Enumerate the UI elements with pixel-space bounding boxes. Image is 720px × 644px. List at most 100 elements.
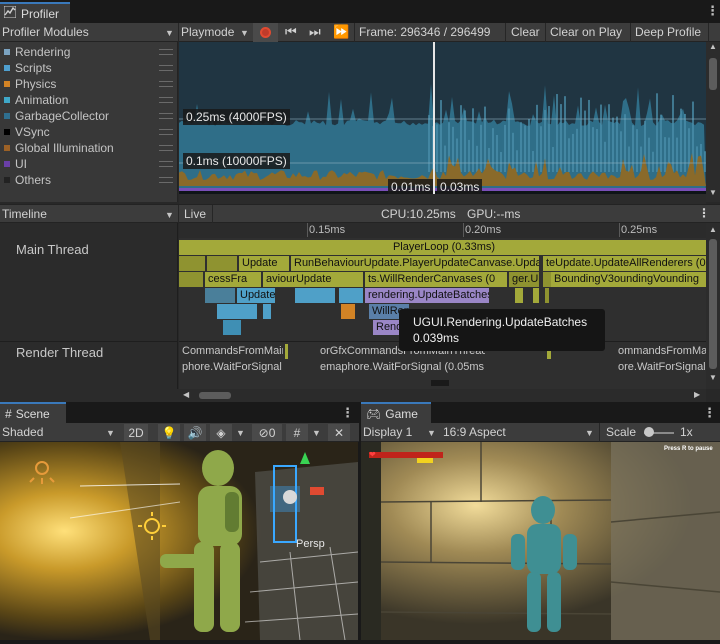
main-thread-label[interactable]: Main Thread [16,242,89,257]
aspect-dropdown[interactable]: 16:9 Aspect [443,425,506,439]
sample-late-update[interactable]: teUpdate.UpdateAllRenderers (0 [543,256,706,271]
next-frame-icon[interactable]: ⏭ [309,24,321,40]
scene-tab[interactable]: # Scene [0,402,66,423]
scroll-up-icon[interactable]: ▲ [709,225,717,234]
modules-dropdown-label[interactable]: Profiler Modules [2,25,89,39]
drag-handle-icon[interactable] [159,65,173,71]
sample-commands-1[interactable]: CommandsFromMain1 [179,344,283,359]
sample-block[interactable] [339,288,363,303]
drag-handle-icon[interactable] [159,49,173,55]
audio-toggle-icon[interactable]: 🔊 [184,424,206,441]
sample-playerloop[interactable]: PlayerLoop (0.33ms) [179,240,706,255]
sample-block[interactable] [223,320,241,335]
module-item[interactable]: Others [0,172,178,188]
clear-on-play-button[interactable]: Clear on Play [550,25,622,39]
timeline-vscroll[interactable]: ▲ ▼ [706,223,720,389]
timeline-area[interactable]: 0.15ms 0.20ms 0.25ms PlayerLoop (0.33ms)… [179,223,706,389]
scroll-left-icon[interactable]: ◀ [183,390,189,399]
scene-viewport[interactable]: Persp [0,442,358,640]
timeline-menu-icon[interactable]: ⋮ [698,206,710,220]
hidden-objects-toggle[interactable]: ⊘ 0 [252,424,282,441]
clear-button[interactable]: Clear [511,25,540,39]
module-item[interactable]: GarbageCollector [0,108,178,124]
sample-wait-1[interactable]: phore.WaitForSignal (0 [179,360,283,375]
module-item[interactable]: Rendering [0,44,178,60]
sample-commands-3[interactable]: ommandsFromMain [615,344,706,359]
scale-slider-handle[interactable] [644,427,654,437]
cpu-usage-chart[interactable]: 0.25ms (4000FPS) 0.1ms (10000FPS) 0.01ms… [179,42,706,194]
sample-run-behaviour-update[interactable]: RunBehaviourUpdate.PlayerUpdateCanvase.U… [291,256,539,271]
game-viewport[interactable]: ❤ Press R to pause [361,442,720,640]
tools-icon[interactable]: ✕ [328,424,350,441]
deep-profile-button[interactable]: Deep Profile [635,25,701,39]
module-item[interactable]: Global Illumination [0,140,178,156]
drag-handle-icon[interactable] [159,129,173,135]
sample-block[interactable] [341,304,355,319]
display-caret-icon[interactable]: ▼ [427,428,436,438]
scene-menu-icon[interactable]: ⋮ [341,405,354,421]
drag-handle-icon[interactable] [159,97,173,103]
aspect-caret-icon[interactable]: ▼ [585,428,594,438]
sample-block[interactable] [179,256,205,271]
view-caret-icon[interactable]: ▼ [165,210,174,220]
sample-block[interactable] [207,256,237,271]
module-item[interactable]: VSync [0,124,178,140]
live-button[interactable]: Live [184,207,206,221]
scroll-up-icon[interactable]: ▲ [709,42,717,51]
grid-toggle-icon[interactable]: # [286,424,308,441]
sample-will-render-canvases[interactable]: ts.WillRenderCanvases (0 [365,272,507,287]
sample-ger-upda[interactable]: ger.Upda [509,272,539,287]
frame-cursor[interactable] [433,42,435,194]
view-dropdown[interactable]: Timeline [2,207,47,221]
sample-block[interactable] [543,272,551,287]
current-frame-icon[interactable]: ⏩ [333,24,349,40]
effects-toggle-icon[interactable]: ◈ [210,424,232,441]
sample-block[interactable] [533,288,539,303]
sample-block[interactable] [515,288,523,303]
shading-caret-icon[interactable]: ▼ [106,428,115,438]
drag-handle-icon[interactable] [159,161,173,167]
drag-handle-icon[interactable] [159,177,173,183]
prev-frame-icon[interactable]: ⏮ [285,24,297,40]
module-item[interactable]: Scripts [0,60,178,76]
playmode-dropdown[interactable]: Playmode [181,25,234,39]
shading-mode-dropdown[interactable]: Shaded [2,425,43,439]
timeline-hscroll[interactable]: ◀ ▶ [179,389,706,402]
modules-dropdown-caret-icon[interactable]: ▼ [165,28,174,38]
scroll-right-icon[interactable]: ▶ [694,390,700,399]
2d-toggle[interactable]: 2D [124,424,148,441]
chart-scrollbar[interactable]: ▲ ▼ [706,42,720,202]
display-dropdown[interactable]: Display 1 [363,425,412,439]
sample-rendering-update-batches[interactable]: rendering.UpdateBatches (0 [365,288,489,303]
perspective-label[interactable]: Persp [296,538,325,550]
sample-block[interactable] [179,272,203,287]
timeline-vscroll-thumb[interactable] [709,239,717,369]
timeline-hscroll-thumb[interactable] [199,392,231,399]
sample-block[interactable] [431,380,449,386]
game-menu-icon[interactable]: ⋮ [703,405,716,421]
render-thread-label[interactable]: Render Thread [16,345,103,360]
module-item[interactable]: Physics [0,76,178,92]
sample-behaviour-update[interactable]: aviourUpdate [263,272,363,287]
sample-block[interactable] [217,304,257,319]
profiler-menu-icon[interactable]: ⋮ [706,3,719,19]
sample-block[interactable] [545,288,549,303]
effects-caret-icon[interactable]: ▼ [236,428,245,438]
chart-scroll-thumb[interactable] [709,58,717,90]
module-item[interactable]: UI [0,156,178,172]
sample-block[interactable] [295,288,335,303]
sample-update-2[interactable]: Update [237,288,275,303]
sample-block[interactable] [263,304,271,319]
scroll-down-icon[interactable]: ▼ [709,373,717,382]
grid-caret-icon[interactable]: ▼ [312,428,321,438]
sample-block[interactable] [285,344,288,359]
playmode-caret-icon[interactable]: ▼ [240,28,249,38]
module-item[interactable]: Animation [0,92,178,108]
sample-update[interactable]: Update [239,256,289,271]
drag-handle-icon[interactable] [159,113,173,119]
sample-bounding-volume[interactable]: BoundingV3oundingVounding [551,272,706,287]
sample-wait-2[interactable]: emaphore.WaitForSignal (0.05ms [317,360,485,375]
scroll-down-icon[interactable]: ▼ [709,188,717,197]
sample-block[interactable] [205,288,235,303]
drag-handle-icon[interactable] [159,81,173,87]
